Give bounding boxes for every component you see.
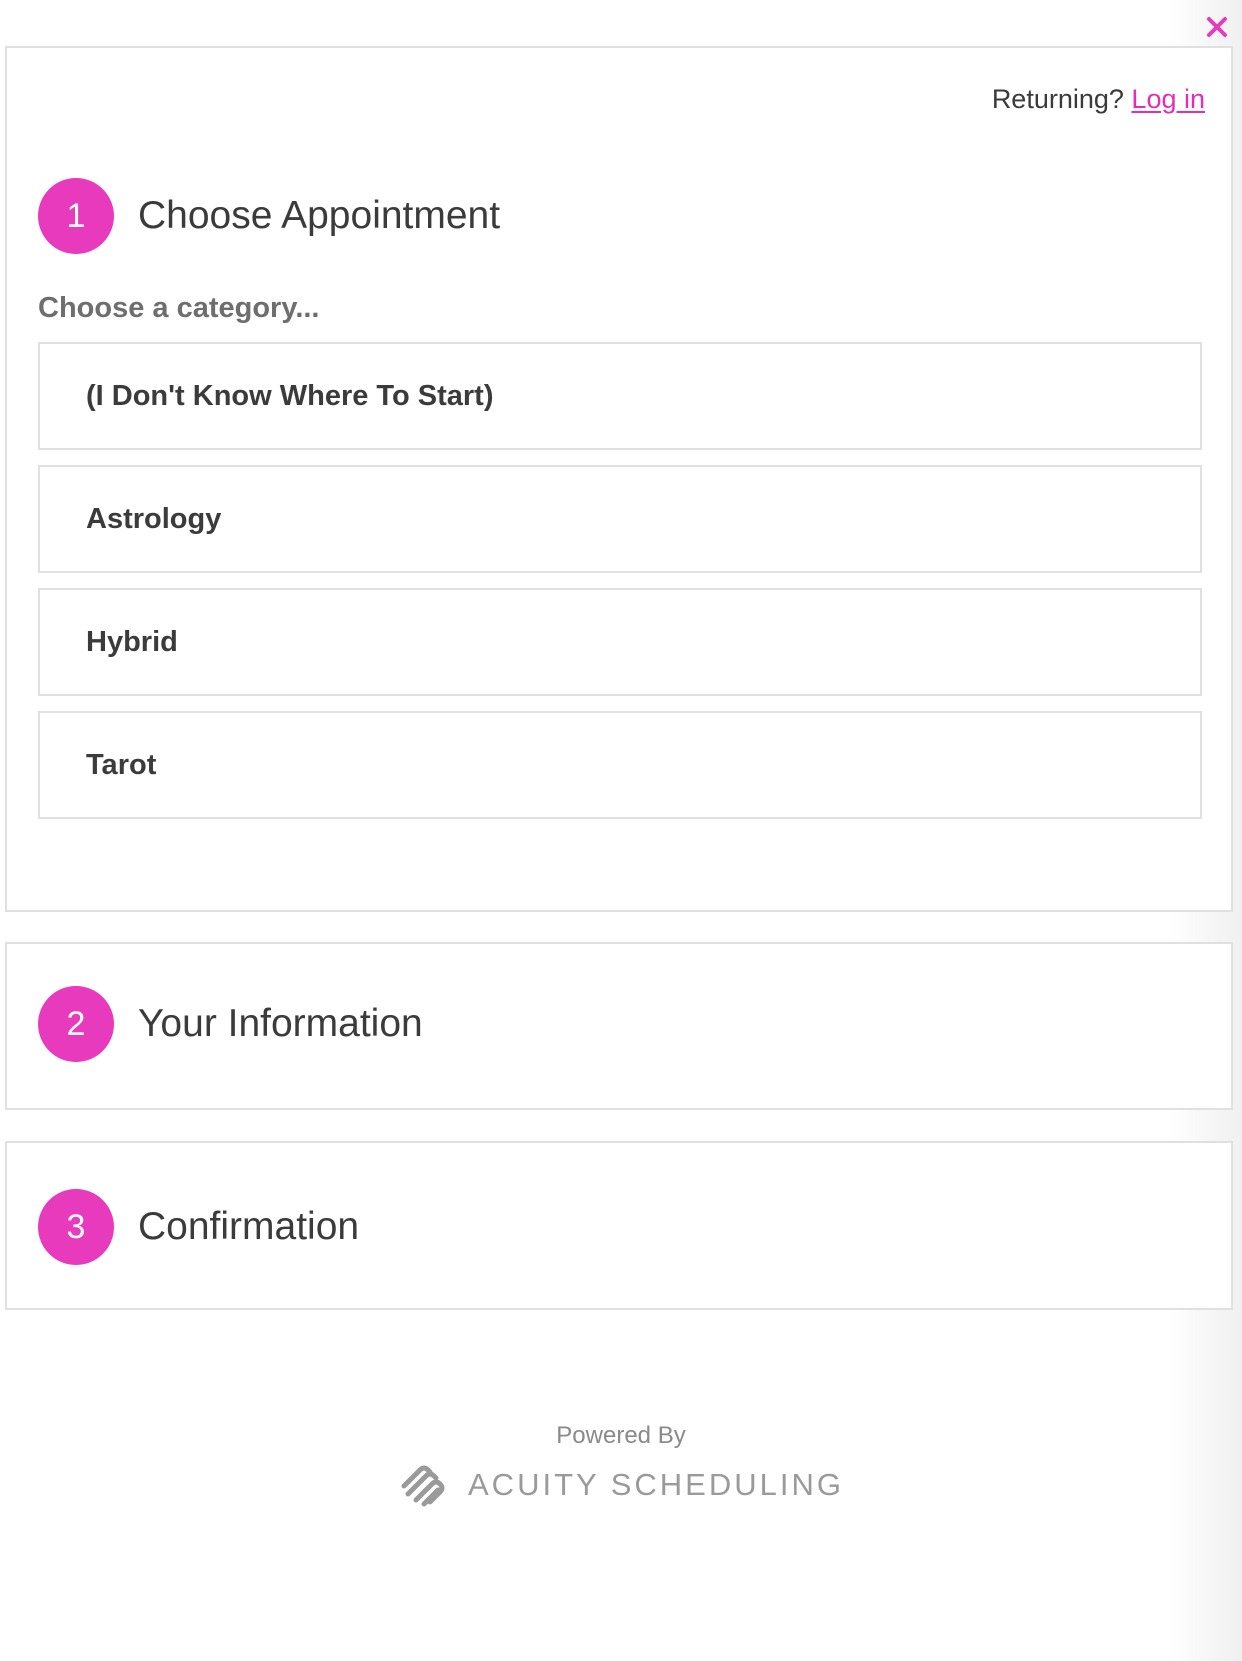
category-item-hybrid[interactable]: Hybrid (38, 588, 1202, 696)
step-2-panel[interactable]: 2 Your Information (5, 942, 1233, 1110)
category-label: Astrology (86, 502, 222, 535)
step-3-header[interactable]: 3 Confirmation (38, 1189, 359, 1265)
step-3-panel[interactable]: 3 Confirmation (5, 1141, 1233, 1310)
category-prompt: Choose a category... (38, 292, 320, 324)
powered-by-footer: Powered By ACUITY SCHEDULING (0, 1422, 1242, 1513)
login-link[interactable]: Log in (1131, 84, 1205, 114)
step-number-badge: 2 (38, 986, 114, 1062)
category-item-astrology[interactable]: Astrology (38, 465, 1202, 573)
step-1-panel: Returning? Log in 1 Choose Appointment C… (5, 46, 1233, 912)
step-title: Choose Appointment (138, 194, 501, 237)
category-label: Tarot (86, 748, 157, 781)
returning-login: Returning? Log in (992, 84, 1205, 115)
category-label: Hybrid (86, 625, 178, 658)
powered-by-label: Powered By (556, 1422, 686, 1449)
close-button[interactable] (1202, 12, 1232, 42)
acuity-scheduling-link[interactable]: ACUITY SCHEDULING (398, 1462, 844, 1508)
acuity-logo-icon (401, 1465, 445, 1507)
step-title: Confirmation (138, 1205, 360, 1248)
close-icon (1207, 17, 1227, 37)
step-1-header[interactable]: 1 Choose Appointment (38, 178, 500, 254)
category-list: (I Don't Know Where To Start) Astrology … (38, 342, 1202, 834)
returning-label: Returning? (991, 84, 1124, 114)
step-2-header[interactable]: 2 Your Information (38, 986, 423, 1062)
category-item-i-dont-know-where-to-start[interactable]: (I Don't Know Where To Start) (38, 342, 1202, 450)
step-number-badge: 1 (38, 178, 114, 254)
brand-name: ACUITY SCHEDULING (468, 1467, 844, 1502)
step-title: Your Information (138, 1002, 423, 1045)
category-label: (I Don't Know Where To Start) (86, 379, 494, 412)
category-item-tarot[interactable]: Tarot (38, 711, 1202, 819)
step-number-badge: 3 (38, 1189, 114, 1265)
